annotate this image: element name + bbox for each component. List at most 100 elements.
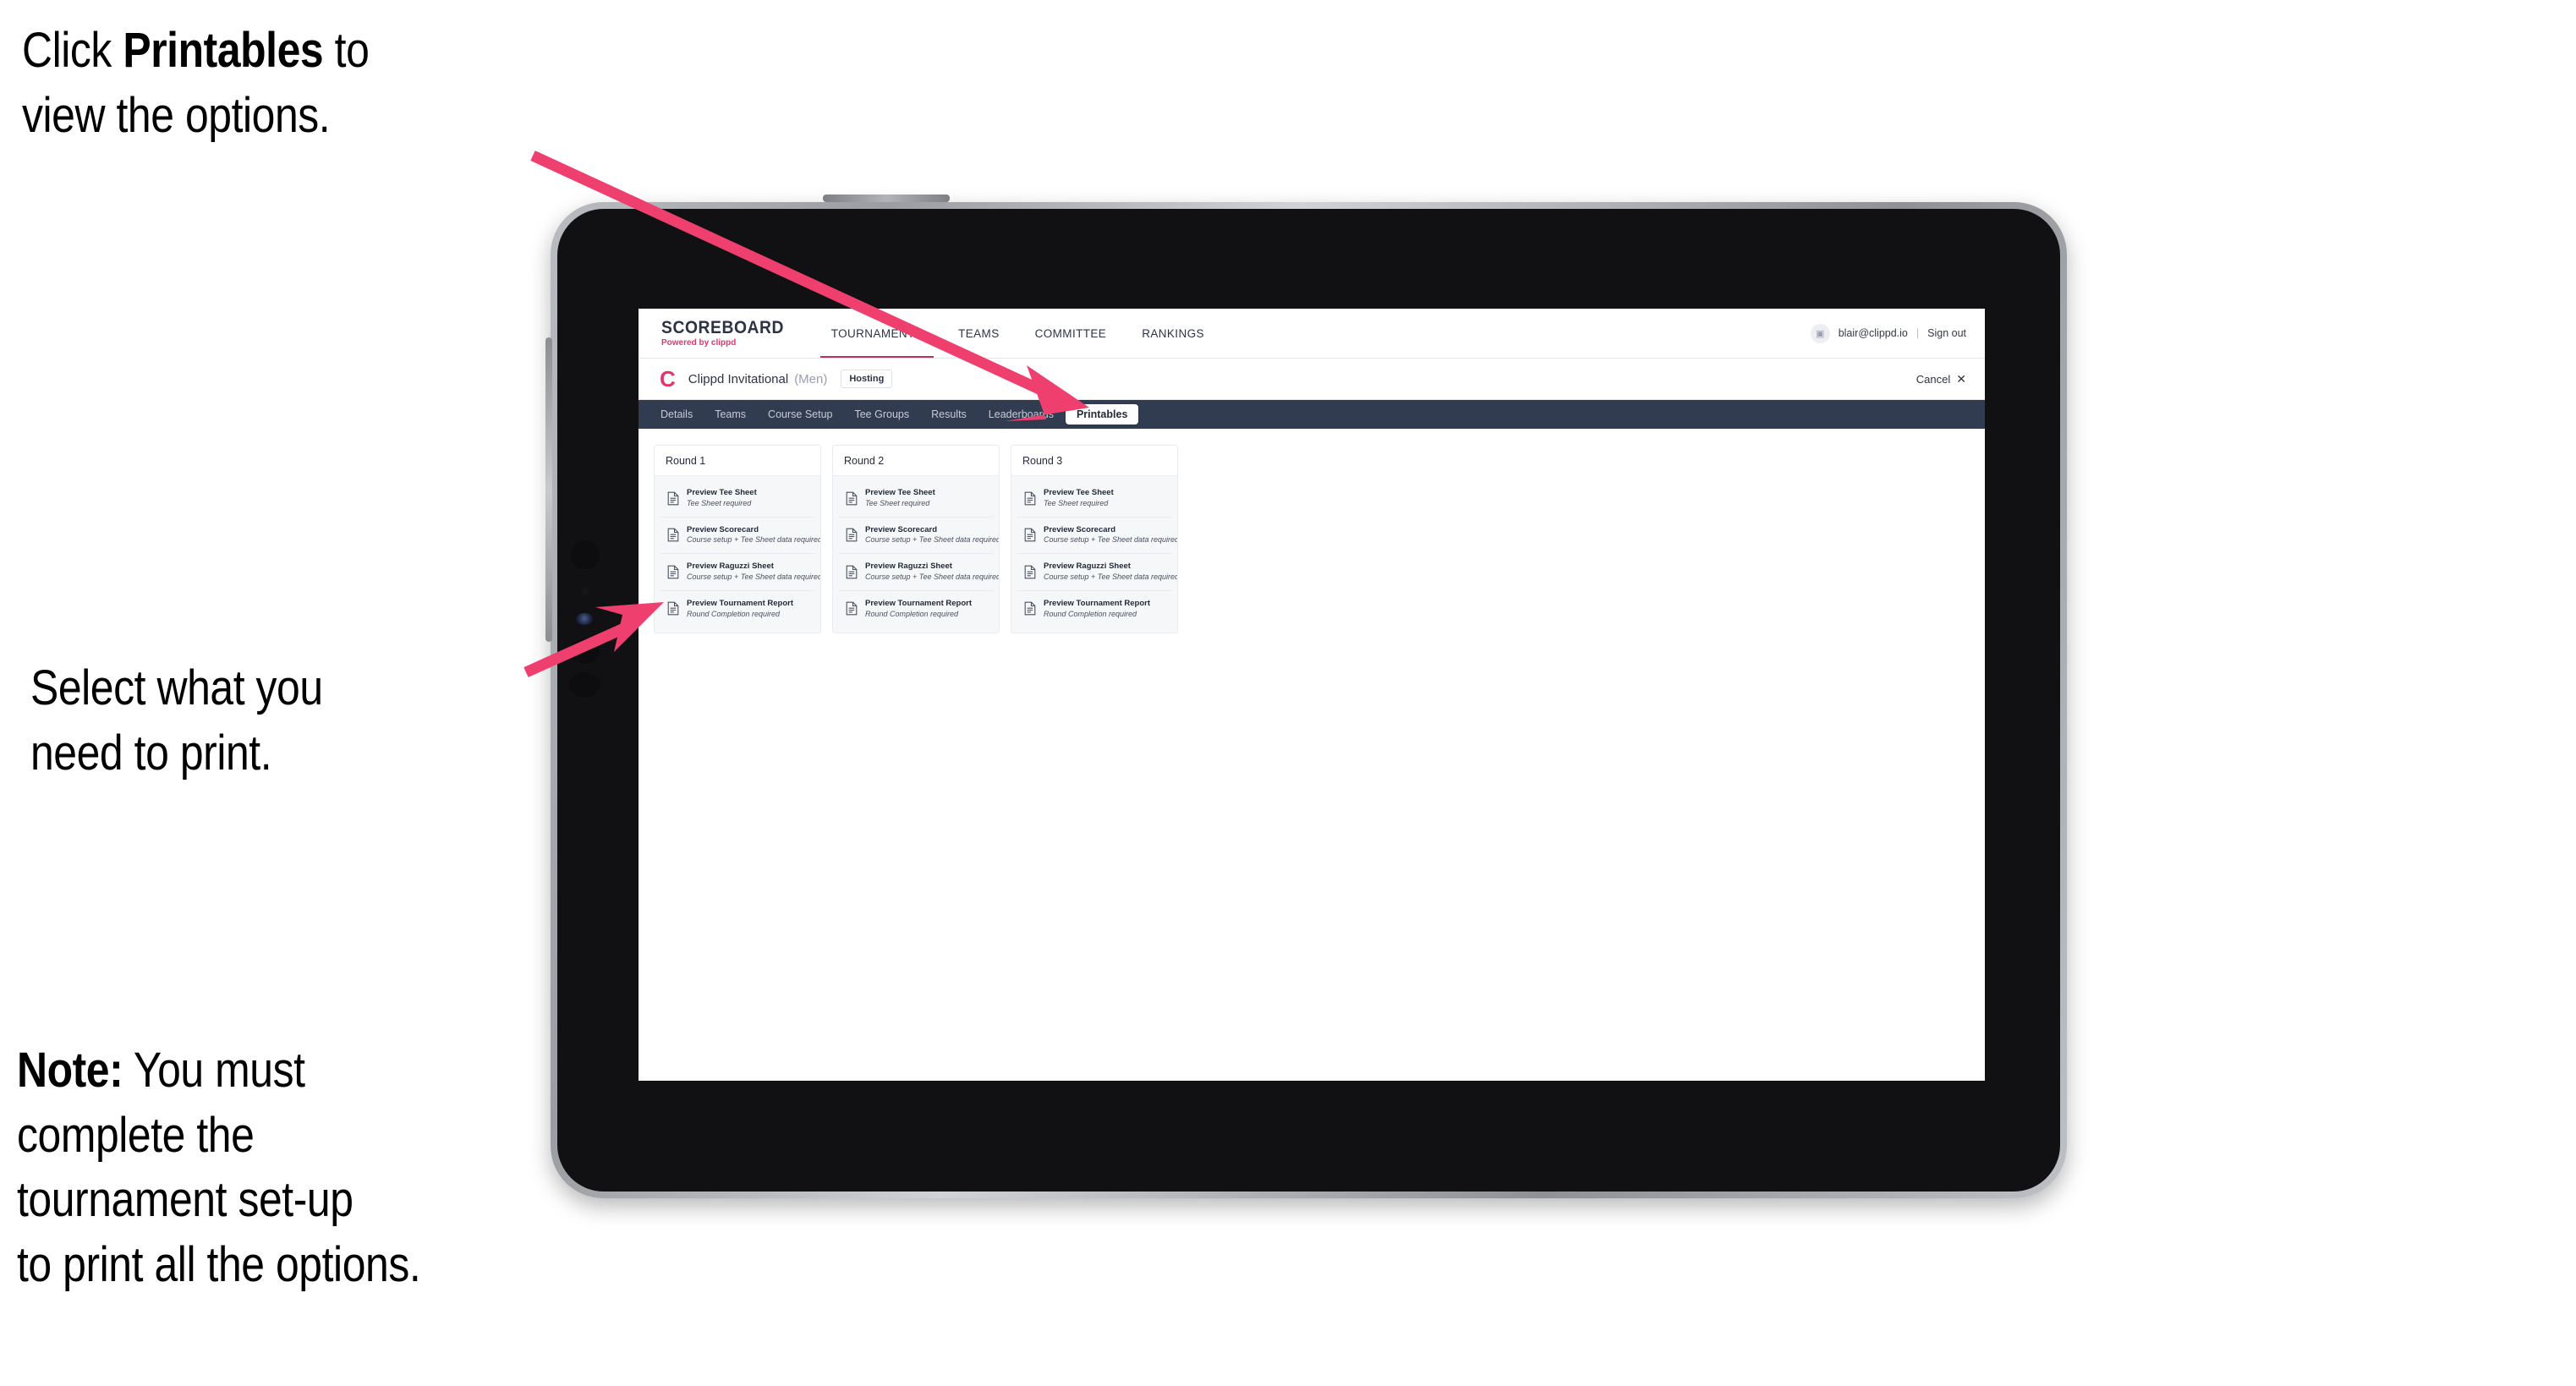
round-column: Round 2 Preview Tee Sheet Tee Sheet requir…	[832, 445, 1000, 634]
document-icon	[846, 565, 858, 579]
document-icon	[1024, 528, 1036, 542]
top-navigation-bar: SCOREBOARD Powered by clippd TOURNAMENTS…	[639, 309, 1985, 359]
document-icon	[667, 528, 679, 542]
tab-details[interactable]: Details	[650, 405, 703, 425]
printable-item-title: Preview Tournament Report	[687, 598, 793, 608]
tab-label: Course Setup	[768, 408, 833, 420]
document-icon	[667, 491, 679, 506]
printable-item-title: Preview Tee Sheet	[1044, 488, 1114, 497]
round-column: Round 3 Preview Tee Sheet Tee Sheet requir…	[1011, 445, 1178, 634]
logo-powered-by: Powered by clippd	[661, 339, 795, 348]
tab-printables[interactable]: Printables	[1065, 403, 1139, 425]
top-nav-item-rankings[interactable]: RANKINGS	[1124, 309, 1222, 358]
printable-item-text: Preview Tee Sheet Tee Sheet required	[865, 488, 935, 509]
clippd-brand-text: clippd	[710, 338, 737, 348]
printable-item-title: Preview Raguzzi Sheet	[865, 562, 952, 572]
printable-item-text: Preview Tournament Report Round Completio…	[687, 599, 793, 620]
cancel-label: Cancel	[1916, 372, 1951, 386]
user-email: blair@clippd.io	[1838, 327, 1908, 339]
tournament-gender: (Men)	[794, 371, 828, 386]
printable-item-row[interactable]: Preview Tee Sheet Tee Sheet required	[838, 480, 994, 518]
printable-item-row[interactable]: Preview Raguzzi Sheet Course setup + Tee …	[838, 554, 1000, 591]
top-nav-user-area: ▣ blair@clippd.io | Sign out	[1810, 309, 1985, 358]
printable-item-row[interactable]: Preview Tournament Report Round Completio…	[660, 590, 815, 627]
tab-course-setup[interactable]: Course Setup	[758, 405, 842, 425]
printable-item-title: Preview Tournament Report	[865, 598, 972, 608]
printable-item-row[interactable]: Preview Raguzzi Sheet Course setup + Tee …	[660, 554, 821, 591]
nav-separator: |	[1916, 327, 1920, 339]
round-title: Round 3	[1011, 446, 1177, 476]
printable-item-row[interactable]: Preview Tee Sheet Tee Sheet required	[660, 480, 815, 518]
tournament-name: Clippd Invitational	[688, 371, 789, 386]
printable-item-row[interactable]: Preview Scorecard Course setup + Tee Shee…	[1017, 517, 1177, 555]
tournament-header-bar: C Clippd Invitational (Men) Hosting Canc…	[639, 359, 1985, 400]
tab-label: Tee Groups	[854, 408, 910, 420]
tab-label: Results	[931, 408, 967, 420]
callout-note: Note: You must complete the tournament set…	[17, 1038, 421, 1297]
printable-item-text: Preview Scorecard Course setup + Tee Shee…	[687, 524, 821, 546]
printable-item-title: Preview Scorecard	[687, 524, 759, 534]
printable-item-text: Preview Tee Sheet Tee Sheet required	[1044, 488, 1114, 509]
round-title: Round 1	[655, 446, 820, 476]
callout-click-text: Click Printables to view the options.	[22, 23, 370, 143]
tablet-button-top[interactable]	[571, 540, 600, 569]
tablet-button-volume-up[interactable]	[569, 638, 600, 664]
printable-item-requirement: Tee Sheet required	[1044, 498, 1109, 507]
printable-item-title: Preview Tee Sheet	[687, 488, 757, 497]
printable-item-text: Preview Raguzzi Sheet Course setup + Tee …	[865, 562, 1000, 583]
printable-item-title: Preview Raguzzi Sheet	[1044, 562, 1131, 572]
printable-item-requirement: Tee Sheet required	[687, 498, 752, 507]
callout-select-what-to-print: Select what you need to print.	[30, 656, 323, 786]
document-icon	[1024, 601, 1036, 616]
callout-note-text: Note: You must complete the tournament set…	[17, 1043, 421, 1292]
top-nav-item-label: TEAMS	[958, 326, 1000, 340]
tablet-button-volume-down[interactable]	[569, 672, 600, 698]
tab-label: Teams	[715, 408, 747, 420]
printable-item-title: Preview Tournament Report	[1044, 598, 1150, 608]
printable-item-text: Preview Tournament Report Round Completio…	[865, 599, 972, 620]
printable-item-requirement: Course setup + Tee Sheet data required	[865, 572, 1000, 581]
tab-results[interactable]: Results	[921, 405, 977, 425]
printable-item-requirement: Course setup + Tee Sheet data required	[1044, 572, 1178, 581]
clippd-c-logo-icon: C	[660, 366, 676, 392]
tablet-sensor-dot	[581, 587, 589, 595]
scoreboard-logo[interactable]: SCOREBOARD Powered by clippd	[639, 309, 814, 358]
printable-item-text: Preview Raguzzi Sheet Course setup + Tee …	[1044, 562, 1178, 583]
logo-powered-prefix: Powered by	[661, 338, 711, 348]
printable-item-row[interactable]: Preview Scorecard Course setup + Tee Shee…	[838, 517, 999, 555]
round-title: Round 2	[833, 446, 999, 476]
round-column: Round 1 Preview Tee Sheet Tee Sheet requir…	[654, 445, 821, 634]
printable-item-requirement: Tee Sheet required	[865, 498, 930, 507]
printable-item-row[interactable]: Preview Tournament Report Round Completio…	[838, 590, 994, 627]
printable-item-requirement: Course setup + Tee Sheet data required	[687, 535, 821, 545]
document-icon	[667, 565, 679, 579]
document-icon	[1024, 565, 1036, 579]
cancel-button[interactable]: Cancel ✕	[1916, 373, 1966, 386]
document-icon	[846, 601, 858, 616]
tab-label: Details	[660, 408, 693, 420]
printable-item-text: Preview Tee Sheet Tee Sheet required	[687, 488, 757, 509]
round-items-list: Preview Tee Sheet Tee Sheet required Previ…	[655, 476, 820, 633]
printable-item-row[interactable]: Preview Tee Sheet Tee Sheet required	[1017, 480, 1172, 518]
document-icon	[1024, 491, 1036, 506]
printable-item-row[interactable]: Preview Raguzzi Sheet Course setup + Tee …	[1017, 554, 1178, 591]
top-nav-item-label: COMMITTEE	[1034, 326, 1107, 340]
sign-out-link[interactable]: Sign out	[1927, 327, 1966, 339]
tab-tee-groups[interactable]: Tee Groups	[844, 405, 919, 425]
printable-item-text: Preview Scorecard Course setup + Tee Shee…	[865, 524, 999, 546]
printable-item-title: Preview Raguzzi Sheet	[687, 562, 774, 572]
printable-item-row[interactable]: Preview Tournament Report Round Completio…	[1017, 590, 1172, 627]
printables-rounds-grid: Round 1 Preview Tee Sheet Tee Sheet requir…	[639, 429, 1985, 634]
printable-item-title: Preview Scorecard	[865, 524, 938, 534]
avatar[interactable]: ▣	[1810, 323, 1830, 343]
printable-item-row[interactable]: Preview Scorecard Course setup + Tee Shee…	[660, 517, 821, 555]
printable-item-requirement: Course setup + Tee Sheet data required	[687, 572, 821, 581]
hosting-badge: Hosting	[841, 370, 893, 388]
top-nav-item-tournaments[interactable]: TOURNAMENTS	[814, 309, 940, 358]
top-nav-item-committee[interactable]: COMMITTEE	[1017, 309, 1125, 358]
tab-leaderboards[interactable]: Leaderboards	[978, 405, 1064, 425]
printable-item-title: Preview Scorecard	[1044, 524, 1116, 534]
top-nav-item-teams[interactable]: TEAMS	[940, 309, 1017, 358]
callout-click-printables: Click Printables to view the options.	[22, 19, 370, 148]
tab-teams[interactable]: Teams	[704, 405, 756, 425]
